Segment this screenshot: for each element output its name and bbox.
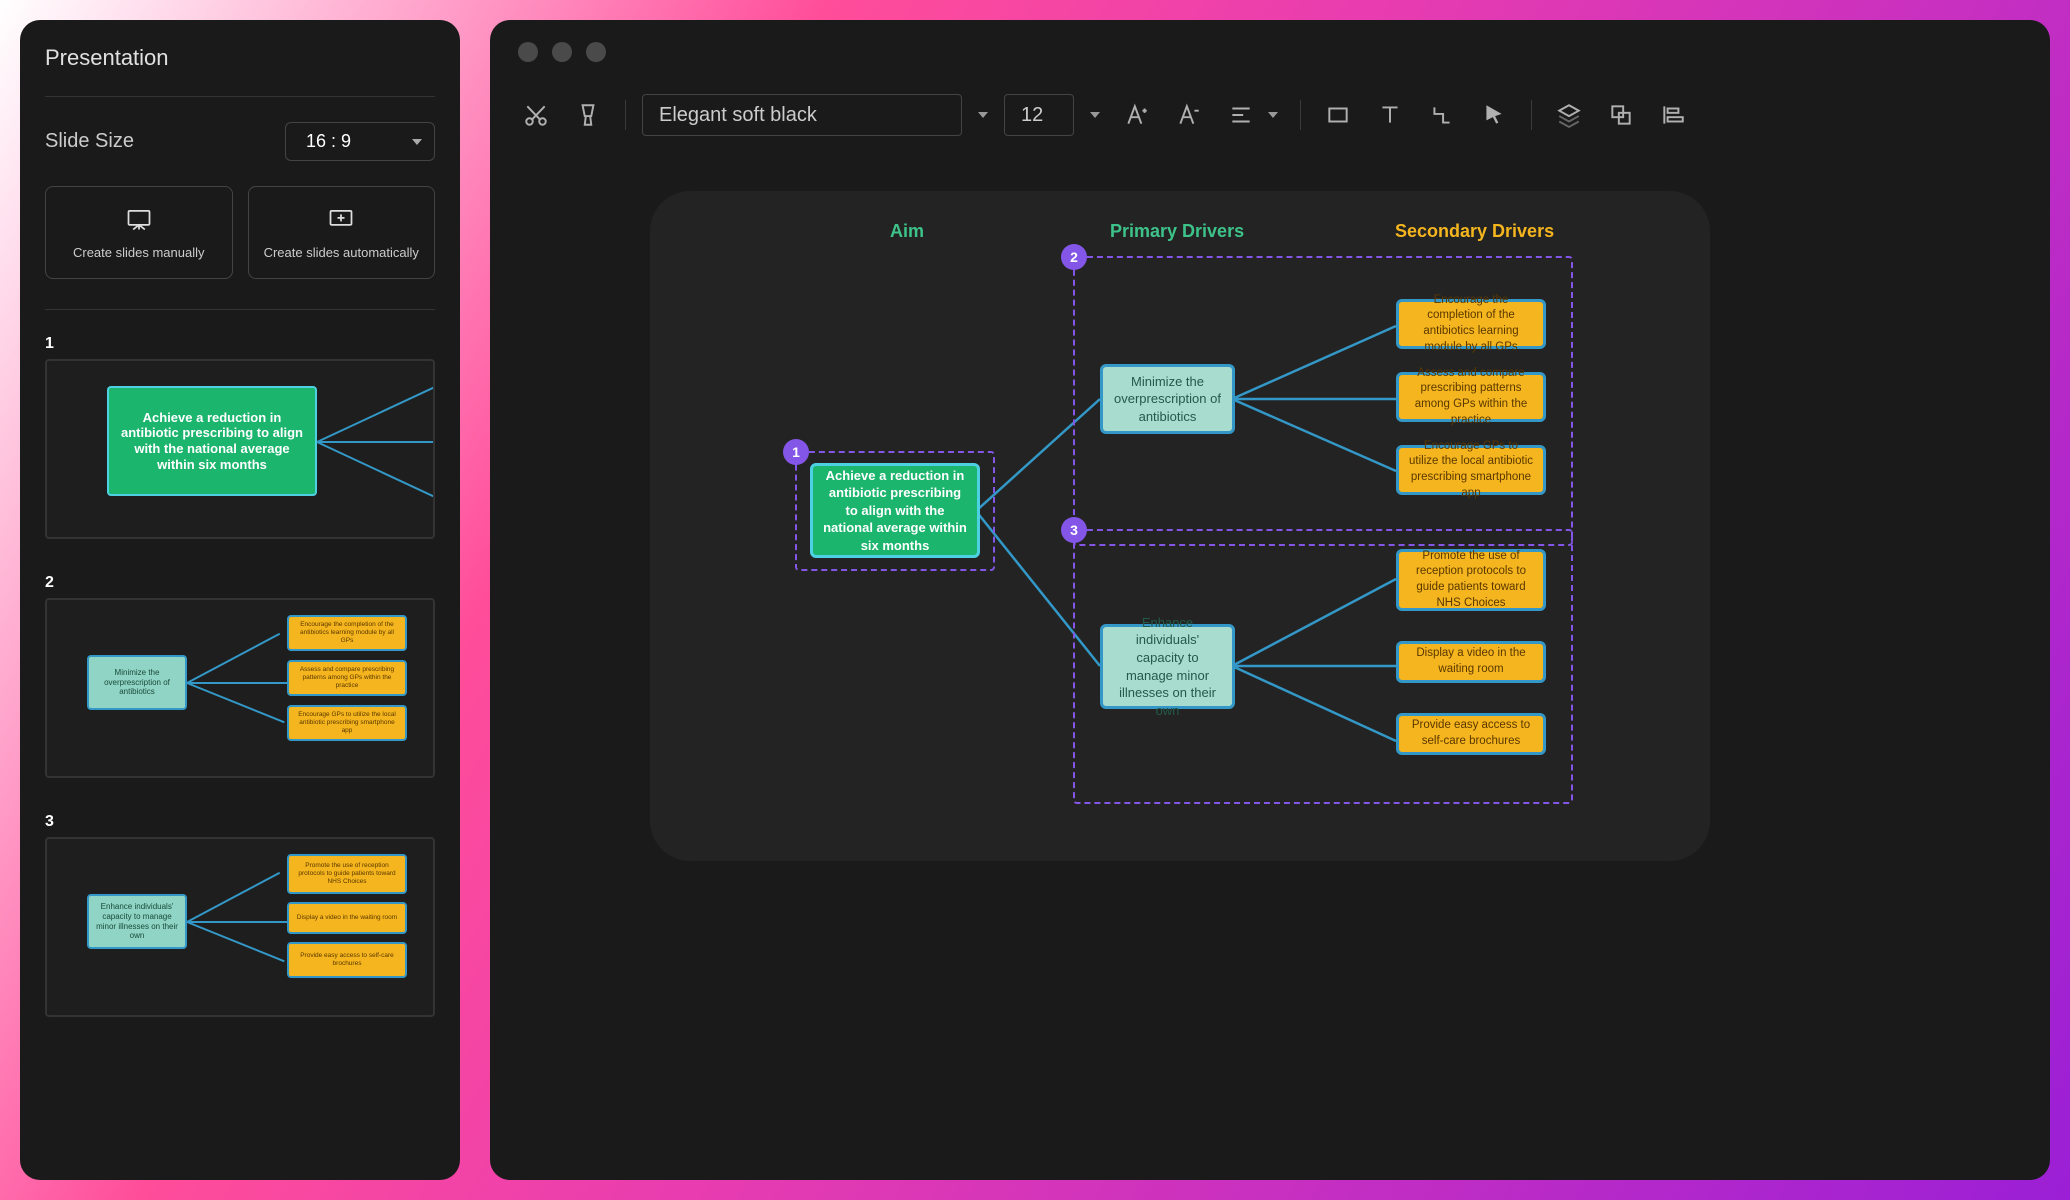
slide-thumbnails: 1 Achieve a reduction in antibiotic pres… bbox=[45, 335, 435, 1155]
maximize-window-icon[interactable] bbox=[586, 42, 606, 62]
presentation-sidebar: Presentation Slide Size 16 : 9 Create sl… bbox=[20, 20, 460, 1180]
secondary-driver-1a[interactable]: Encourage the completion of the antibiot… bbox=[1396, 299, 1546, 349]
slide-size-value: 16 : 9 bbox=[306, 131, 351, 151]
primary-driver-1[interactable]: Minimize the overprescription of antibio… bbox=[1100, 364, 1235, 434]
thumbnail-2[interactable]: 2 Minimize the overprescription of antib… bbox=[45, 574, 435, 778]
slide-size-label: Slide Size bbox=[45, 130, 134, 153]
column-header-primary: Primary Drivers bbox=[1110, 221, 1244, 242]
pointer-tool-button[interactable] bbox=[1473, 94, 1515, 136]
create-slides-auto-button[interactable]: Create slides automatically bbox=[248, 186, 436, 279]
thumbnail-number: 1 bbox=[45, 335, 435, 353]
primary-driver-2[interactable]: Enhance individuals' capacity to manage … bbox=[1100, 624, 1235, 709]
selection-badge-3: 3 bbox=[1061, 517, 1087, 543]
text-tool-button[interactable] bbox=[1369, 94, 1411, 136]
secondary-driver-2b[interactable]: Display a video in the waiting room bbox=[1396, 641, 1546, 683]
thumb-sec-box: Promote the use of reception protocols t… bbox=[287, 854, 407, 894]
diagram-canvas[interactable]: Aim Primary Drivers Secondary Drivers 1 … bbox=[490, 161, 2050, 1180]
font-size-dropdown-caret[interactable] bbox=[1084, 94, 1106, 136]
increase-font-button[interactable] bbox=[1116, 94, 1158, 136]
secondary-driver-1c[interactable]: Encourage GPs to utilize the local antib… bbox=[1396, 445, 1546, 495]
secondary-driver-2c[interactable]: Provide easy access to self-care brochur… bbox=[1396, 713, 1546, 755]
column-header-aim: Aim bbox=[890, 221, 924, 242]
group-button[interactable] bbox=[1600, 94, 1642, 136]
create-auto-label: Create slides automatically bbox=[264, 245, 419, 260]
column-header-secondary: Secondary Drivers bbox=[1395, 221, 1554, 242]
create-manual-icon bbox=[125, 205, 153, 233]
canvas-window: Aim Primary Drivers Secondary Drivers 1 … bbox=[490, 20, 2050, 1180]
thumb-primary-box: Minimize the overprescription of antibio… bbox=[87, 655, 187, 710]
create-manual-label: Create slides manually bbox=[73, 245, 205, 260]
layers-button[interactable] bbox=[1548, 94, 1590, 136]
selection-badge-2: 2 bbox=[1061, 244, 1087, 270]
thumbnail-preview: Minimize the overprescription of antibio… bbox=[45, 598, 435, 778]
format-painter-button[interactable] bbox=[567, 94, 609, 136]
cut-button[interactable] bbox=[515, 94, 557, 136]
slide-size-select[interactable]: 16 : 9 bbox=[285, 122, 435, 161]
align-button[interactable] bbox=[1220, 94, 1262, 136]
selection-badge-1: 1 bbox=[783, 439, 809, 465]
thumbnail-preview: Achieve a reduction in antibiotic prescr… bbox=[45, 359, 435, 539]
decrease-font-button[interactable] bbox=[1168, 94, 1210, 136]
align-objects-button[interactable] bbox=[1652, 94, 1694, 136]
thumbnail-number: 2 bbox=[45, 574, 435, 592]
align-dropdown-caret[interactable] bbox=[1262, 94, 1284, 136]
sidebar-title: Presentation bbox=[45, 45, 435, 97]
thumb-sec-box: Provide easy access to self-care brochur… bbox=[287, 942, 407, 978]
secondary-driver-2a[interactable]: Promote the use of reception protocols t… bbox=[1396, 549, 1546, 611]
create-slides-manually-button[interactable]: Create slides manually bbox=[45, 186, 233, 279]
thumbnail-1[interactable]: 1 Achieve a reduction in antibiotic pres… bbox=[45, 335, 435, 539]
editor-toolbar bbox=[490, 84, 2050, 161]
thumbnail-number: 3 bbox=[45, 813, 435, 831]
slide-size-row: Slide Size 16 : 9 bbox=[45, 122, 435, 161]
thumb-aim-box: Achieve a reduction in antibiotic prescr… bbox=[107, 386, 317, 496]
thumbnail-preview: Enhance individuals' capacity to manage … bbox=[45, 837, 435, 1017]
secondary-driver-1b[interactable]: Assess and compare prescribing patterns … bbox=[1396, 372, 1546, 422]
create-auto-icon bbox=[327, 205, 355, 233]
minimize-window-icon[interactable] bbox=[552, 42, 572, 62]
thumb-sec-box: Encourage GPs to utilize the local antib… bbox=[287, 705, 407, 741]
create-buttons-row: Create slides manually Create slides aut… bbox=[45, 186, 435, 310]
thumb-primary-box: Enhance individuals' capacity to manage … bbox=[87, 894, 187, 949]
style-dropdown-caret[interactable] bbox=[972, 94, 994, 136]
style-input[interactable] bbox=[642, 94, 962, 136]
connector-tool-button[interactable] bbox=[1421, 94, 1463, 136]
traffic-lights bbox=[490, 20, 2050, 84]
thumb-sec-box: Display a video in the waiting room bbox=[287, 902, 407, 934]
thumb-sec-box: Encourage the completion of the antibiot… bbox=[287, 615, 407, 651]
aim-node[interactable]: Achieve a reduction in antibiotic prescr… bbox=[810, 463, 980, 558]
shape-rect-button[interactable] bbox=[1317, 94, 1359, 136]
thumb-sec-box: Assess and compare prescribing patterns … bbox=[287, 660, 407, 696]
close-window-icon[interactable] bbox=[518, 42, 538, 62]
font-size-input[interactable] bbox=[1004, 94, 1074, 136]
thumbnail-3[interactable]: 3 Enhance individuals' capacity to manag… bbox=[45, 813, 435, 1017]
